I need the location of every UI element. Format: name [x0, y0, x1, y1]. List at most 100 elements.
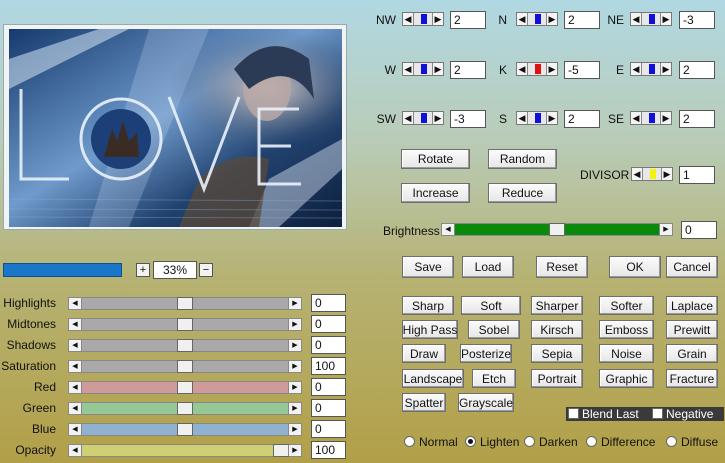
se-spinner[interactable]: ◀ ▶ [630, 111, 672, 125]
sw-field[interactable]: -3 [450, 110, 486, 128]
blue-thumb[interactable] [177, 423, 193, 436]
highlights-left-arrow-icon[interactable]: ◀ [69, 298, 82, 309]
shadows-field[interactable]: 0 [311, 336, 346, 354]
nw-increase-icon[interactable]: ▶ [432, 13, 443, 25]
n-thumb[interactable] [535, 14, 541, 24]
blend-diffuse-radio[interactable] [666, 436, 677, 447]
e-spinner[interactable]: ◀ ▶ [630, 62, 672, 76]
ne-spinner[interactable]: ◀ ▶ [630, 12, 672, 26]
sw-spinner[interactable]: ◀ ▶ [402, 111, 444, 125]
sw-thumb[interactable] [421, 113, 427, 123]
s-field[interactable]: 2 [564, 110, 600, 128]
n-field[interactable]: 2 [564, 11, 600, 29]
midtones-right-arrow-icon[interactable]: ▶ [288, 319, 301, 330]
midtones-thumb[interactable] [177, 318, 193, 331]
reset-button[interactable]: Reset [536, 256, 588, 278]
n-increase-icon[interactable]: ▶ [546, 13, 557, 25]
preset-prewitt-button[interactable]: Prewitt [666, 320, 718, 339]
red-field[interactable]: 0 [311, 378, 346, 396]
rotate-button[interactable]: Rotate [401, 149, 470, 169]
saturation-field[interactable]: 100 [311, 357, 346, 375]
midtones-field[interactable]: 0 [311, 315, 346, 333]
w-field[interactable]: 2 [450, 61, 486, 79]
ne-decrease-icon[interactable]: ◀ [631, 13, 642, 25]
highlights-slider[interactable]: ◀ ▶ [68, 297, 302, 310]
zoom-in-button[interactable]: + [136, 263, 150, 277]
saturation-left-arrow-icon[interactable]: ◀ [69, 361, 82, 372]
blend-darken-radio[interactable] [524, 436, 535, 447]
blend-lighten-radio[interactable] [465, 436, 476, 447]
blend-difference-radio[interactable] [586, 436, 597, 447]
preset-laplace-button[interactable]: Laplace [666, 296, 718, 315]
nw-decrease-icon[interactable]: ◀ [403, 13, 414, 25]
s-thumb[interactable] [535, 113, 541, 123]
reduce-button[interactable]: Reduce [488, 183, 557, 203]
opacity-field[interactable]: 100 [311, 441, 346, 459]
green-thumb[interactable] [177, 402, 193, 415]
preset-etch-button[interactable]: Etch [472, 369, 516, 388]
ne-increase-icon[interactable]: ▶ [660, 13, 671, 25]
preset-sharper-button[interactable]: Sharper [531, 296, 583, 315]
shadows-thumb[interactable] [177, 339, 193, 352]
increase-button[interactable]: Increase [401, 183, 470, 203]
nw-field[interactable]: 2 [450, 11, 486, 29]
divisor-field[interactable]: 1 [679, 166, 715, 184]
w-increase-icon[interactable]: ▶ [432, 63, 443, 75]
preset-draw-button[interactable]: Draw [402, 344, 446, 363]
nw-thumb[interactable] [421, 14, 427, 24]
k-spinner[interactable]: ◀ ▶ [516, 62, 558, 76]
preset-noise-button[interactable]: Noise [599, 344, 654, 363]
se-decrease-icon[interactable]: ◀ [631, 112, 642, 124]
preset-portrait-button[interactable]: Portrait [531, 369, 583, 388]
shadows-left-arrow-icon[interactable]: ◀ [69, 340, 82, 351]
w-spinner[interactable]: ◀ ▶ [402, 62, 444, 76]
nw-spinner[interactable]: ◀ ▶ [402, 12, 444, 26]
highlights-field[interactable]: 0 [311, 294, 346, 312]
preset-graphic-button[interactable]: Graphic [599, 369, 654, 388]
negative-toggle[interactable]: Negative [650, 407, 724, 421]
preset-sepia-button[interactable]: Sepia [531, 344, 583, 363]
s-decrease-icon[interactable]: ◀ [517, 112, 528, 124]
e-decrease-icon[interactable]: ◀ [631, 63, 642, 75]
preset-sobel-button[interactable]: Sobel [468, 320, 520, 339]
red-right-arrow-icon[interactable]: ▶ [288, 382, 301, 393]
sw-increase-icon[interactable]: ▶ [432, 112, 443, 124]
ne-thumb[interactable] [649, 14, 655, 24]
preset-grayscale-button[interactable]: Grayscale [458, 393, 514, 412]
preset-grain-button[interactable]: Grain [666, 344, 718, 363]
opacity-left-arrow-icon[interactable]: ◀ [69, 445, 82, 456]
brightness-field[interactable]: 0 [681, 221, 717, 239]
red-left-arrow-icon[interactable]: ◀ [69, 382, 82, 393]
brightness-thumb[interactable] [549, 223, 565, 236]
k-increase-icon[interactable]: ▶ [546, 63, 557, 75]
blend-last-checkbox[interactable] [568, 408, 579, 419]
shadows-slider[interactable]: ◀ ▶ [68, 339, 302, 352]
k-thumb[interactable] [535, 64, 541, 74]
saturation-thumb[interactable] [177, 360, 193, 373]
blue-right-arrow-icon[interactable]: ▶ [288, 424, 301, 435]
blend-last-toggle[interactable]: Blend Last [566, 407, 650, 421]
ok-button[interactable]: OK [609, 256, 661, 278]
preset-spatter-button[interactable]: Spatter [402, 393, 446, 412]
highlights-thumb[interactable] [177, 297, 193, 310]
preset-kirsch-button[interactable]: Kirsch [531, 320, 583, 339]
preset-softer-button[interactable]: Softer [599, 296, 654, 315]
opacity-right-arrow-icon[interactable]: ▶ [288, 445, 301, 456]
random-button[interactable]: Random [488, 149, 557, 169]
preset-landscape-button[interactable]: Landscape [402, 369, 464, 388]
green-right-arrow-icon[interactable]: ▶ [288, 403, 301, 414]
green-left-arrow-icon[interactable]: ◀ [69, 403, 82, 414]
highlights-right-arrow-icon[interactable]: ▶ [288, 298, 301, 309]
saturation-right-arrow-icon[interactable]: ▶ [288, 361, 301, 372]
blue-left-arrow-icon[interactable]: ◀ [69, 424, 82, 435]
preset-soft-button[interactable]: Soft [461, 296, 521, 315]
blue-slider[interactable]: ◀ ▶ [68, 423, 302, 436]
blue-field[interactable]: 0 [311, 420, 346, 438]
se-thumb[interactable] [649, 113, 655, 123]
blend-normal-radio[interactable] [404, 436, 415, 447]
w-decrease-icon[interactable]: ◀ [403, 63, 414, 75]
shadows-right-arrow-icon[interactable]: ▶ [288, 340, 301, 351]
negative-checkbox[interactable] [652, 408, 663, 419]
se-field[interactable]: 2 [679, 110, 715, 128]
s-increase-icon[interactable]: ▶ [546, 112, 557, 124]
